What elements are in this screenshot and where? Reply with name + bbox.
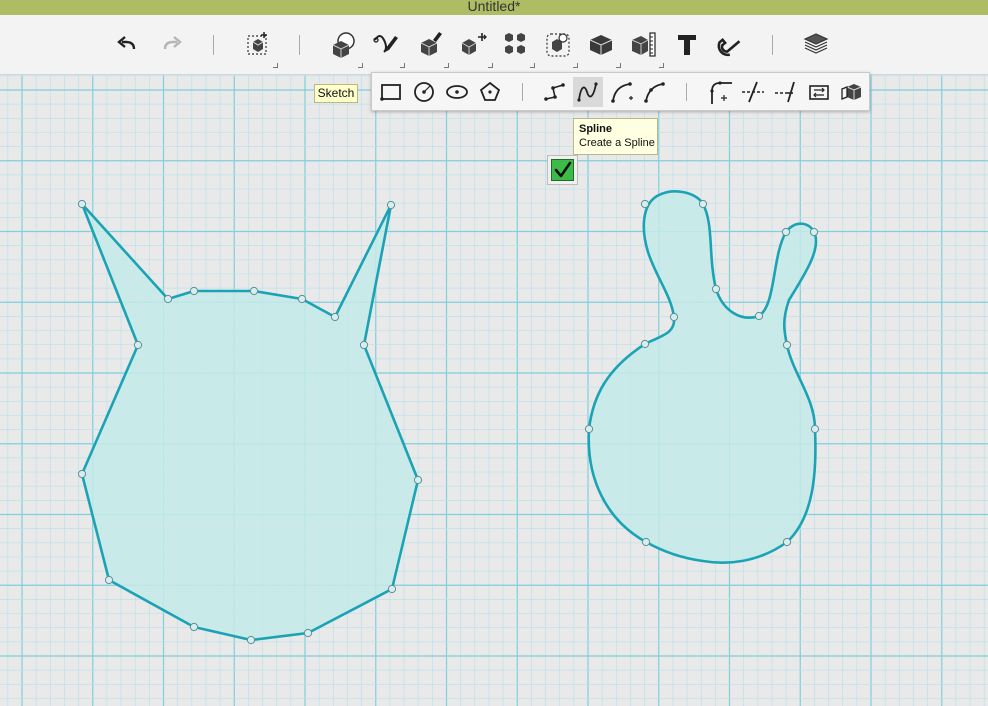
grouping-icon[interactable]	[542, 28, 574, 60]
dropdown-corner	[616, 63, 621, 68]
sketch-polygon-shape[interactable]	[80, 202, 420, 642]
spline-icon[interactable]	[573, 77, 603, 107]
toolbar-separator	[213, 35, 214, 55]
polygon-icon[interactable]	[475, 77, 505, 107]
dropdown-corner	[400, 63, 405, 68]
fillet-icon[interactable]	[705, 77, 735, 107]
dropdown-corner	[530, 63, 535, 68]
tooltip-title: Spline	[579, 123, 613, 135]
measure-icon[interactable]	[628, 28, 660, 60]
dropdown-corner	[444, 63, 449, 68]
undo-icon[interactable]	[112, 28, 144, 60]
trim-icon[interactable]	[738, 77, 768, 107]
pattern-icon[interactable]	[499, 28, 531, 60]
combine-icon[interactable]	[585, 28, 617, 60]
sketch-tools-subtoolbar	[371, 72, 870, 111]
ellipse-icon[interactable]	[442, 77, 472, 107]
title-bar: Untitled*	[0, 0, 988, 15]
sketch-icon[interactable]	[370, 28, 402, 60]
offset-icon[interactable]	[804, 77, 834, 107]
checkmark-icon	[551, 159, 574, 181]
sketch-canvas[interactable]	[0, 75, 988, 706]
project-icon[interactable]	[837, 77, 867, 107]
transform-icon[interactable]	[242, 28, 274, 60]
material-icon[interactable]	[800, 28, 832, 60]
primitives-icon[interactable]	[327, 28, 359, 60]
polyline-icon[interactable]	[540, 77, 570, 107]
main-toolbar	[0, 15, 988, 75]
dropdown-corner	[358, 63, 363, 68]
subtoolbar-separator	[522, 83, 523, 101]
window-title: Untitled*	[467, 0, 521, 14]
snap-icon[interactable]	[714, 28, 746, 60]
spline-tooltip: Spline Create a Spline	[573, 118, 658, 155]
two-point-arc-icon[interactable]	[607, 77, 637, 107]
sketch-spline-shape[interactable]	[587, 190, 818, 564]
dropdown-corner	[659, 63, 664, 68]
extend-icon[interactable]	[771, 77, 801, 107]
dropdown-corner	[488, 63, 493, 68]
sketch-label: Sketch	[314, 84, 358, 103]
modify-icon[interactable]	[457, 28, 489, 60]
circle-icon[interactable]	[409, 77, 439, 107]
three-point-arc-icon[interactable]	[640, 77, 670, 107]
text-icon[interactable]	[671, 28, 703, 60]
dropdown-corner	[273, 63, 278, 68]
confirm-button[interactable]	[547, 155, 578, 185]
toolbar-separator	[299, 35, 300, 55]
construct-icon[interactable]	[414, 28, 446, 60]
redo-icon[interactable]	[155, 28, 187, 60]
tooltip-description: Create a Spline	[579, 137, 655, 149]
rectangle-icon[interactable]	[376, 77, 406, 107]
dropdown-corner	[573, 63, 578, 68]
subtoolbar-separator	[686, 83, 687, 101]
toolbar-separator	[772, 35, 773, 55]
